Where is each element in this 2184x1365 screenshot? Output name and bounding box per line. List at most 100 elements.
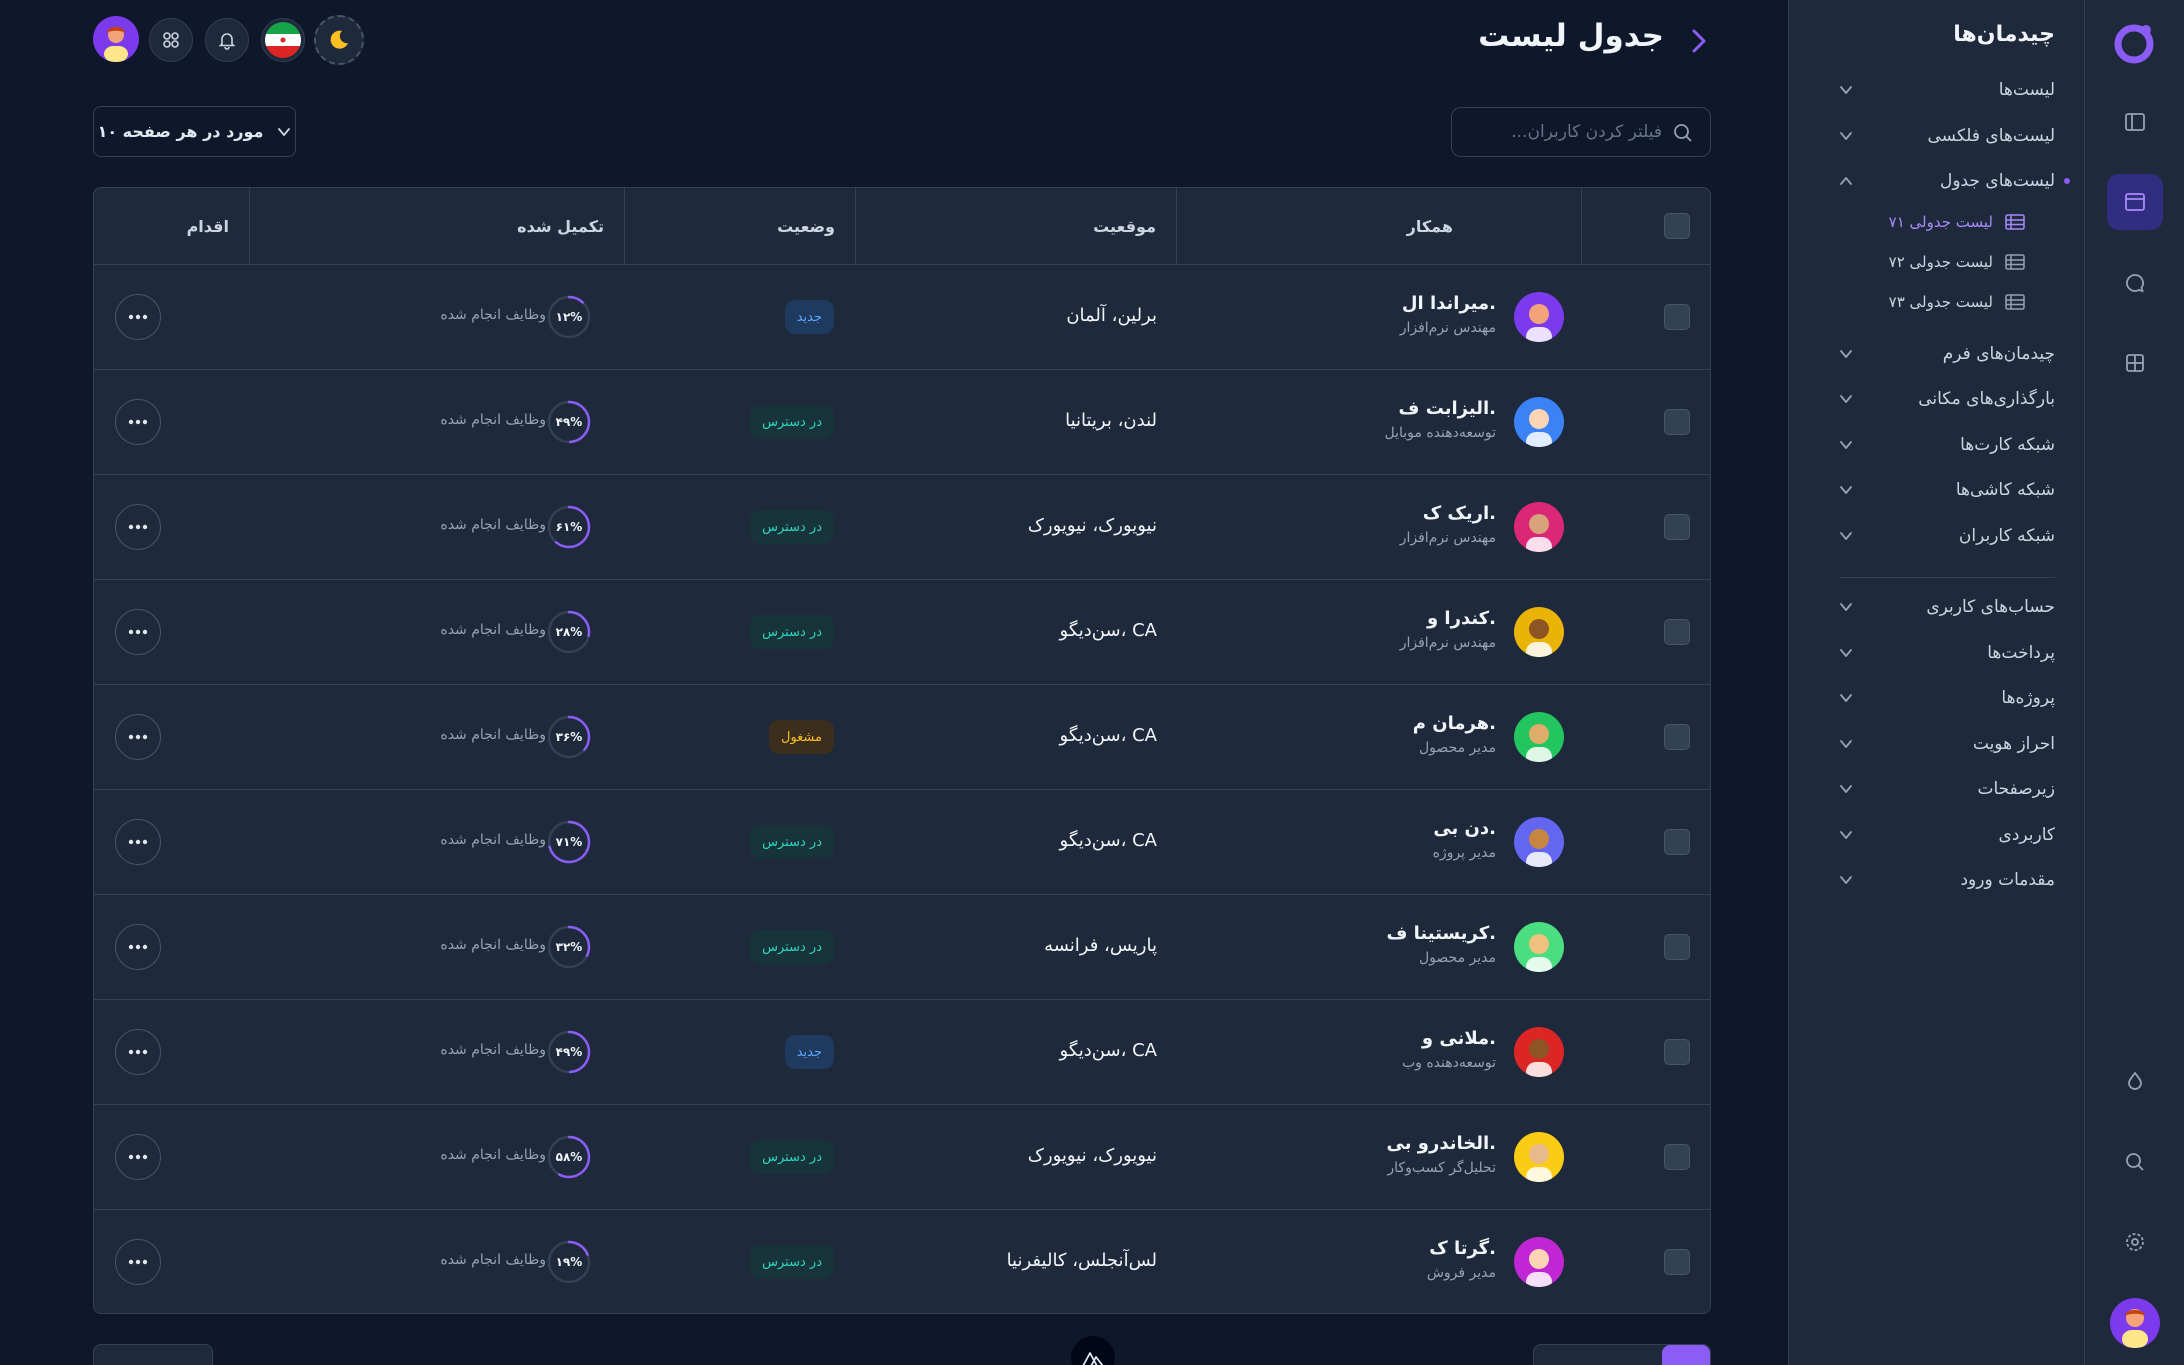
avatar xyxy=(1514,817,1564,867)
row-checkbox[interactable] xyxy=(1664,724,1690,750)
chevron-down-icon xyxy=(1840,603,1852,611)
row-checkbox[interactable] xyxy=(1664,304,1690,330)
row-checkbox[interactable] xyxy=(1664,1039,1690,1065)
table-row[interactable]: هرمان م. مدیر محصول سن‌دیگو، CA مشغول وظایف … xyxy=(94,685,1710,790)
tasks-completed-label: وظایف انجام شده xyxy=(440,1042,546,1058)
search-input[interactable] xyxy=(1467,108,1662,156)
table-row[interactable]: الیزابت ف. توسعه‌دهنده موبایل لندن، بریتان… xyxy=(94,370,1710,475)
pagination-prev[interactable] xyxy=(93,1344,213,1365)
colleague-name[interactable]: میراندا ال. xyxy=(1402,293,1496,314)
sidebar-subitem[interactable]: لیست جدولی ۷۳ xyxy=(1885,288,2025,316)
column-header-status[interactable]: وضعیت xyxy=(777,217,835,236)
select-all-checkbox[interactable] xyxy=(1664,213,1690,239)
more-actions-button[interactable] xyxy=(115,924,161,970)
sidebar-item-label: حساب‌های کاربری xyxy=(1926,597,2055,617)
more-actions-button[interactable] xyxy=(115,294,161,340)
progress-percent: ۱۲% xyxy=(555,310,583,324)
user-filter[interactable] xyxy=(1451,107,1711,157)
sidebar-item[interactable]: زیرصفحات xyxy=(1839,773,2055,805)
progress-percent: ۷۱% xyxy=(555,835,583,849)
grid-icon[interactable] xyxy=(2107,335,2163,391)
row-checkbox[interactable] xyxy=(1664,619,1690,645)
row-checkbox[interactable] xyxy=(1664,1144,1690,1170)
sidebar-subitem[interactable]: لیست جدولی ۷۱ xyxy=(1885,208,2025,236)
colleague-name[interactable]: الیزابت ف. xyxy=(1399,398,1496,419)
location: برلین، آلمان xyxy=(1066,305,1157,326)
chevron-up-icon xyxy=(1840,177,1852,185)
sidebar-item[interactable]: احراز هویت xyxy=(1839,728,2055,760)
row-checkbox[interactable] xyxy=(1664,934,1690,960)
bell-icon[interactable] xyxy=(205,18,249,62)
sidebar-toggle-icon[interactable] xyxy=(2107,94,2163,150)
colleague-name[interactable]: ملانی و. xyxy=(1422,1028,1496,1049)
row-checkbox[interactable] xyxy=(1664,829,1690,855)
ellipsis-icon xyxy=(128,1259,148,1265)
more-actions-button[interactable] xyxy=(115,504,161,550)
language-flag-icon[interactable] xyxy=(261,18,305,62)
nuxt-logo-icon[interactable] xyxy=(1071,1336,1115,1365)
sidebar-item[interactable]: حساب‌های کاربری xyxy=(1839,591,2055,623)
layouts-icon[interactable] xyxy=(2107,174,2163,230)
avatar xyxy=(1514,1237,1564,1287)
chat-icon[interactable] xyxy=(2107,255,2163,311)
sidebar-item[interactable]: چیدمان‌های فرم xyxy=(1839,338,2055,370)
row-checkbox[interactable] xyxy=(1664,514,1690,540)
chevron-right-icon[interactable] xyxy=(1684,26,1714,56)
more-actions-button[interactable] xyxy=(115,399,161,445)
sidebar-item[interactable]: مقدمات ورود xyxy=(1839,864,2055,896)
sidebar-item[interactable]: لیست‌های جدول xyxy=(1839,165,2055,197)
apps-grid-icon[interactable] xyxy=(149,18,193,62)
sidebar-title: چیدمان‌ها xyxy=(1953,22,2055,47)
colleague-name[interactable]: دن بی. xyxy=(1433,818,1496,839)
colleague-name[interactable]: الخاندرو بی. xyxy=(1387,1133,1496,1154)
colleague-name[interactable]: کندرا و. xyxy=(1427,608,1496,629)
row-checkbox[interactable] xyxy=(1664,1249,1690,1275)
more-actions-button[interactable] xyxy=(115,714,161,760)
colleague-role: مهندس نرم‌افزار xyxy=(1399,635,1496,651)
per-page-select[interactable]: ۱۰ مورد در هر صفحه xyxy=(93,106,296,157)
row-checkbox[interactable] xyxy=(1664,409,1690,435)
gear-icon[interactable] xyxy=(2107,1214,2163,1270)
theme-drop-icon[interactable] xyxy=(2107,1053,2163,1109)
search-icon[interactable] xyxy=(2107,1134,2163,1190)
table-row[interactable]: اریک ک. مهندس نرم‌افزار نیویورک، نیویورک در… xyxy=(94,475,1710,580)
moon-icon[interactable] xyxy=(314,15,364,65)
sidebar-item[interactable]: شبکه کارت‌ها xyxy=(1839,429,2055,461)
colleague-name[interactable]: گرتا ک. xyxy=(1429,1238,1496,1259)
colleague-name[interactable]: اریک ک. xyxy=(1423,503,1496,524)
colleague-name[interactable]: کریستینا ف. xyxy=(1386,923,1496,944)
table-row[interactable]: گرتا ک. مدیر فروش لس‌آنجلس، کالیفرنیا در دس… xyxy=(94,1210,1710,1313)
more-actions-button[interactable] xyxy=(115,1029,161,1075)
column-header-completed[interactable]: تکمیل شده xyxy=(517,217,604,236)
user-avatar[interactable] xyxy=(2110,1298,2160,1348)
pagination[interactable] xyxy=(1533,1344,1711,1365)
sidebar-item[interactable]: کاربردی xyxy=(1839,819,2055,851)
colleague-name[interactable]: هرمان م. xyxy=(1413,713,1496,734)
table-row[interactable]: میراندا ال. مهندس نرم‌افزار برلین، آلمان جد… xyxy=(94,265,1710,370)
header-avatar[interactable] xyxy=(93,16,139,62)
chevron-down-icon xyxy=(1840,395,1852,403)
sidebar-item-label: زیرصفحات xyxy=(1977,779,2055,799)
table-row[interactable]: الخاندرو بی. تحلیل‌گر کسب‌وکار نیویورک، نی… xyxy=(94,1105,1710,1210)
sidebar-item[interactable]: شبکه کاشی‌ها xyxy=(1839,474,2055,506)
sidebar-subitem[interactable]: لیست جدولی ۷۲ xyxy=(1885,248,2025,276)
table-row[interactable]: دن بی. مدیر پروژه سن‌دیگو، CA در دسترس وظایف… xyxy=(94,790,1710,895)
sidebar-item[interactable]: لیست‌ها xyxy=(1839,74,2055,106)
app-logo-icon[interactable] xyxy=(2111,20,2157,66)
more-actions-button[interactable] xyxy=(115,819,161,865)
sidebar-item[interactable]: شبکه کاربران xyxy=(1839,520,2055,552)
table-row[interactable]: کندرا و. مهندس نرم‌افزار سن‌دیگو، CA در دست… xyxy=(94,580,1710,685)
sidebar-item[interactable]: لیست‌های فلکسی xyxy=(1839,120,2055,152)
sidebar-item[interactable]: بارگذاری‌های مکانی xyxy=(1839,383,2055,415)
more-actions-button[interactable] xyxy=(115,1134,161,1180)
column-header-colleague[interactable]: همکار xyxy=(1407,217,1453,236)
sidebar-item[interactable]: پرداخت‌ها xyxy=(1839,637,2055,669)
column-header-location[interactable]: موقعیت xyxy=(1093,217,1156,236)
more-actions-button[interactable] xyxy=(115,609,161,655)
table-row[interactable]: ملانی و. توسعه‌دهنده وب سن‌دیگو، CA جدید وظا… xyxy=(94,1000,1710,1105)
more-actions-button[interactable] xyxy=(115,1239,161,1285)
tasks-completed-label: وظایف انجام شده xyxy=(440,832,546,848)
pagination-current-page[interactable] xyxy=(1662,1345,1710,1365)
table-row[interactable]: کریستینا ف. مدیر محصول پاریس، فرانسه در دست… xyxy=(94,895,1710,1000)
sidebar-item[interactable]: پروژه‌ها xyxy=(1839,682,2055,714)
